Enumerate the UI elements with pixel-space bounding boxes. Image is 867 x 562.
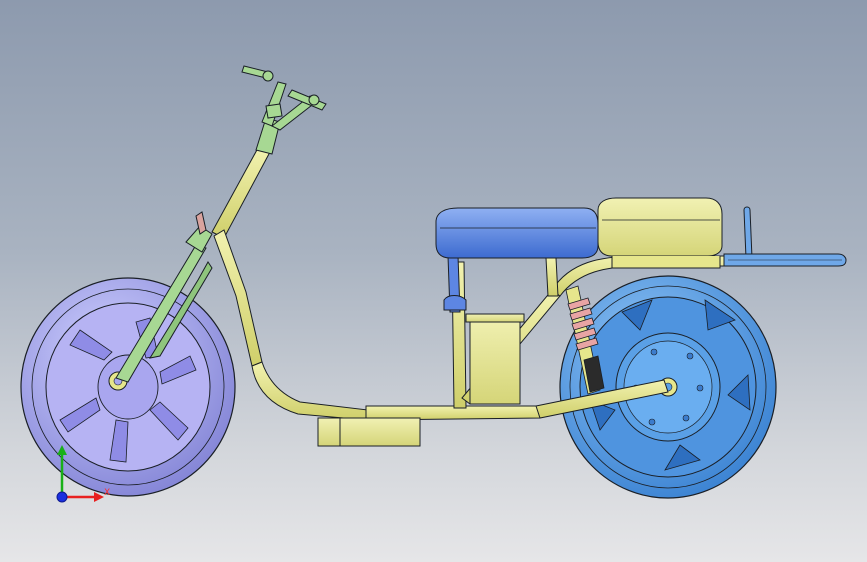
rear-bumper-bar[interactable] <box>723 206 847 267</box>
handlebar[interactable] <box>241 65 327 131</box>
triad-z-axis-icon <box>56 491 68 503</box>
battery-box[interactable] <box>317 417 421 447</box>
scooter-model[interactable]: X <box>0 0 867 562</box>
triad-x-axis-icon <box>62 492 104 502</box>
steering-column[interactable] <box>211 117 281 239</box>
controller-box[interactable] <box>465 313 525 405</box>
triad-x-label: X <box>104 488 110 498</box>
cargo-box[interactable] <box>597 197 723 269</box>
front-wheel[interactable] <box>20 277 236 497</box>
graphics-viewport[interactable]: X <box>0 0 867 562</box>
